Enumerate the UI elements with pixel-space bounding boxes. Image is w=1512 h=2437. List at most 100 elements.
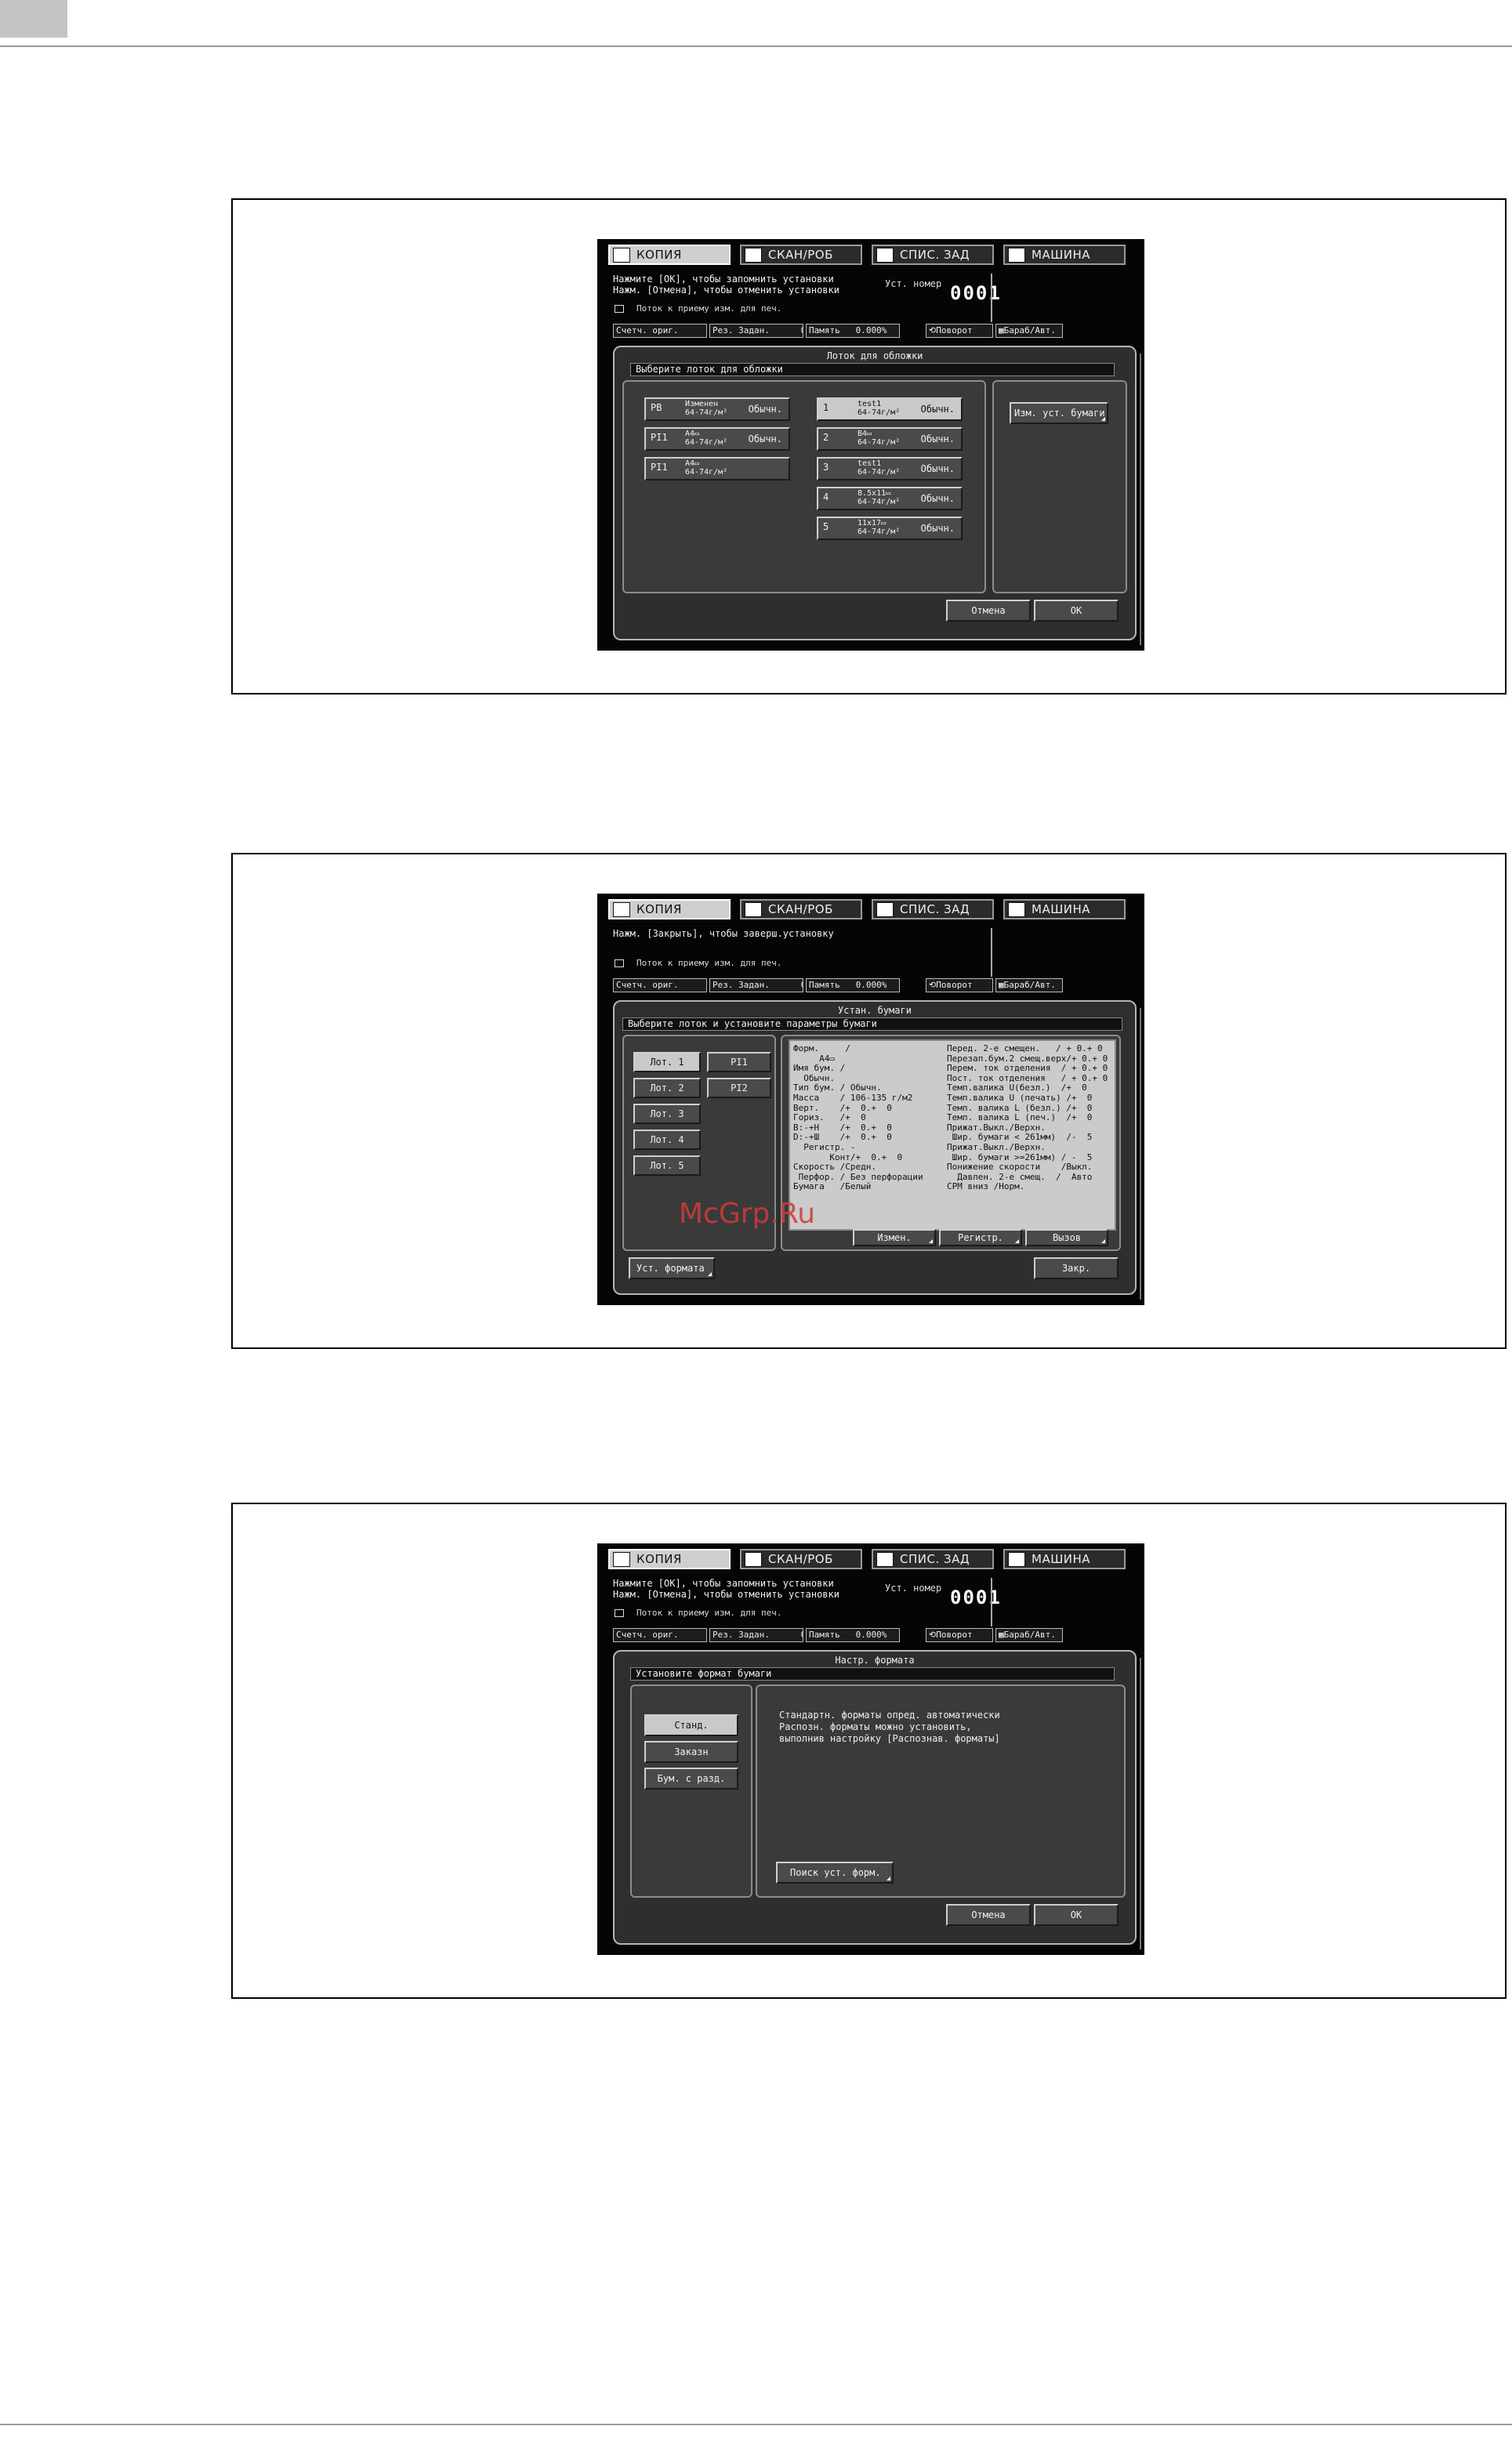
pi-tray-button-2[interactable]: PI2 (707, 1078, 771, 1098)
tab-machine[interactable]: МАШИНА (1003, 899, 1126, 919)
cancel-button[interactable]: Отмена (946, 600, 1031, 622)
tray-button-4[interactable]: 4 8.5x11▭ 64-74г/м² Обычн. (817, 487, 963, 510)
tab-machine[interactable]: МАШИНА (1003, 245, 1126, 265)
tray-paper-type: Обычн. (748, 433, 782, 444)
screen-format-settings: КОПИЯ СКАН/РОБ СПИС. ЗАД МАШИНА Нажмите … (597, 1543, 1144, 1955)
parameters-right-column: Перед. 2-е смещен. / + 0.+ 0 Перезап.бум.… (947, 1043, 1108, 1192)
tray-paper-type: Обычн. (920, 523, 955, 534)
tab-copy[interactable]: КОПИЯ (608, 1549, 731, 1569)
message-divider (991, 274, 992, 322)
header-divider (0, 45, 1512, 47)
parameter-line: Темп. валика L (печ.) /+ 0 (947, 1112, 1093, 1123)
tray-button-5[interactable]: 5 11x17▭ 64-74г/м² Обычн. (817, 517, 963, 540)
register-button[interactable]: Регистр. (939, 1229, 1022, 1246)
tray-button-1[interactable]: Лот. 1 (633, 1052, 701, 1072)
ok-button[interactable]: OK (1034, 600, 1119, 622)
cancel-button[interactable]: Отмена (946, 1904, 1031, 1926)
close-button[interactable]: Закр. (1034, 1257, 1119, 1279)
status-bar: Счетч. ориг. 0 Рез. Задан. 0 Память 0.00… (613, 1628, 1138, 1642)
parameter-line: CPM вниз /Норм. (947, 1181, 1025, 1192)
parameter-line: Темп.валика U (печать) /+ 0 (947, 1092, 1093, 1103)
tray-button-3[interactable]: 3 test1 64-74г/м² Обычн. (817, 457, 963, 481)
tray-name: 1 (823, 402, 829, 413)
format-option-3[interactable]: Бум. с разд. (644, 1768, 738, 1790)
recall-button[interactable]: Вызов (1025, 1229, 1108, 1246)
tray-button-2[interactable]: Лот. 2 (633, 1078, 701, 1098)
format-description-area: Стандартн. форматы опред. автоматически Р… (756, 1685, 1126, 1898)
tray-size: Изменен 64-74г/м² (685, 400, 728, 417)
paper-info-area: Форм. / A4▭ Имя бум. / Обычн. Тип бум. / О… (781, 1035, 1121, 1251)
search-format-button[interactable]: Поиск уст. форм. (776, 1862, 894, 1884)
tray-size: A4▭ 64-74г/м² (685, 430, 728, 447)
paper-parameters: Форм. / A4▭ Имя бум. / Обычн. Тип бум. / О… (789, 1039, 1116, 1231)
change-paper-settings-button[interactable]: Изм. уст. бумаги (1010, 402, 1108, 424)
tab-machine[interactable]: МАШИНА (1003, 1549, 1126, 1569)
tray-button-4[interactable]: Лот. 4 (633, 1130, 701, 1150)
format-option-1[interactable]: Станд. (644, 1714, 738, 1736)
parameters-left-column: Форм. / A4▭ Имя бум. / Обычн. Тип бум. / О… (793, 1043, 923, 1192)
tray-name: PI1 (651, 432, 668, 443)
format-option-2[interactable]: Заказн (644, 1741, 738, 1763)
tray-paper-type: Обычн. (920, 404, 955, 415)
tab-job-list[interactable]: СПИС. ЗАД (872, 245, 994, 265)
scan-icon (745, 901, 762, 917)
edit-button[interactable]: Измен. (853, 1229, 936, 1246)
status-reserved-jobs: Рез. Задан. 0 (709, 978, 803, 992)
screen-cover-tray: КОПИЯ СКАН/РОБ СПИС. ЗАД МАШИНА Нажмите … (597, 239, 1144, 651)
tab-copy[interactable]: КОПИЯ (608, 245, 731, 265)
pi-tray-button-1[interactable]: PI1 (707, 1052, 771, 1072)
tray-button-left[interactable]: PB Изменен 64-74г/м² Обычн. (644, 397, 790, 421)
parameter-line: Скорость /Средн. (793, 1162, 876, 1173)
format-options-area: Станд. Заказн Бум. с разд. (630, 1685, 752, 1898)
format-settings-button[interactable]: Уст. формата (629, 1257, 715, 1279)
status-memory: Память 0.000% (806, 324, 900, 338)
machine-icon (1008, 901, 1025, 917)
printer-icon (615, 1609, 624, 1617)
screen-paper-settings: КОПИЯ СКАН/РОБ СПИС. ЗАД МАШИНА Нажм. [З… (597, 894, 1144, 1305)
tray-button-left[interactable]: PI1 A4▭ 64-74г/м² Обычн. (644, 427, 790, 451)
tray-name: PI1 (651, 462, 668, 473)
status-rotation: ⟲Поворот (926, 978, 993, 992)
tray-name: 3 (823, 462, 829, 473)
tray-button-2[interactable]: 2 B4▭ 64-74г/м² Обычн. (817, 427, 963, 451)
set-number-label: Уст. номер (885, 278, 942, 289)
status-memory: Память 0.000% (806, 978, 900, 992)
drum-icon: ▦ (999, 980, 1004, 990)
list-icon (876, 247, 894, 263)
printer-status: Поток к приему изм. для печ. (613, 1608, 989, 1619)
panel-title: Настр. формата (835, 1655, 915, 1666)
parameter-line: Прижат.Выкл./Верхн. (947, 1141, 1046, 1152)
machine-icon (1008, 1551, 1025, 1567)
tab-job-list[interactable]: СПИС. ЗАД (872, 1549, 994, 1569)
tab-copy[interactable]: КОПИЯ (608, 899, 731, 919)
format-description: Стандартн. форматы опред. автоматически Р… (779, 1710, 1000, 1745)
tray-button-3[interactable]: Лот. 3 (633, 1104, 701, 1124)
printer-icon (615, 959, 624, 967)
tray-button-5[interactable]: Лот. 5 (633, 1155, 701, 1176)
tab-job-list[interactable]: СПИС. ЗАД (872, 899, 994, 919)
tray-button-left[interactable]: PI1 A4▭ 64-74г/м² (644, 457, 790, 481)
list-icon (876, 1551, 894, 1567)
figure-frame-format-settings: КОПИЯ СКАН/РОБ СПИС. ЗАД МАШИНА Нажмите … (231, 1503, 1507, 1999)
tray-name: PB (651, 402, 662, 413)
figure-frame-paper-settings: КОПИЯ СКАН/РОБ СПИС. ЗАД МАШИНА Нажм. [З… (231, 853, 1507, 1349)
message-area: Нажм. [Закрыть], чтобы заверш.установку … (613, 928, 989, 975)
parameter-line: Перед. 2-е смещен. / + 0.+ 0 (947, 1043, 1103, 1053)
tray-button-1[interactable]: 1 test1 64-74г/м² Обычн. (817, 397, 963, 421)
status-original-count: Счетч. ориг. 0 (613, 1628, 707, 1642)
tray-size: A4▭ 64-74г/м² (685, 459, 728, 477)
status-drum-auto: ▦Бараб/Авт. (995, 1628, 1063, 1642)
rotate-icon: ⟲ (929, 325, 937, 335)
status-original-count: Счетч. ориг. 0 (613, 978, 707, 992)
ok-button[interactable]: OK (1034, 1904, 1119, 1926)
tab-scan[interactable]: СКАН/РОБ (740, 899, 862, 919)
set-number-value: 0001 (950, 1587, 1002, 1608)
set-number-label: Уст. номер (885, 1583, 942, 1594)
printer-icon (615, 305, 624, 313)
tab-scan[interactable]: СКАН/РОБ (740, 1549, 862, 1569)
parameter-line: Регистр. - (793, 1141, 856, 1152)
machine-icon (1008, 247, 1025, 263)
figure-frame-cover-tray: КОПИЯ СКАН/РОБ СПИС. ЗАД МАШИНА Нажмите … (231, 198, 1507, 694)
parameter-line: Форм. / (793, 1043, 850, 1053)
tab-scan[interactable]: СКАН/РОБ (740, 245, 862, 265)
